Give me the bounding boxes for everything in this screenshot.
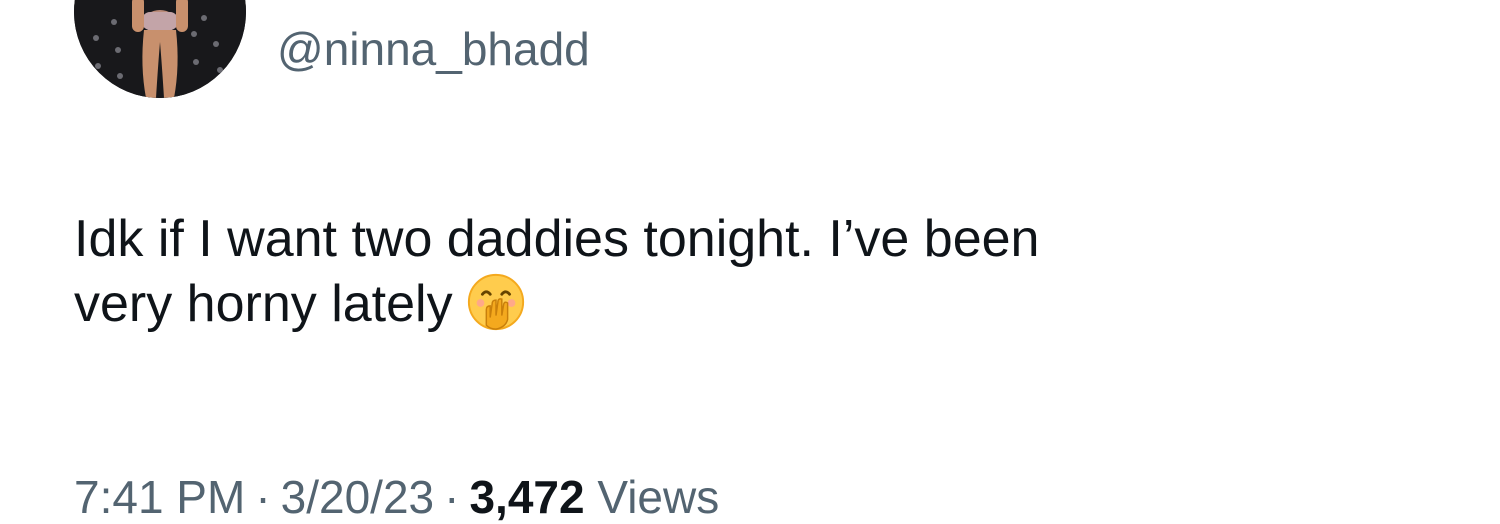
tweet-text: Idk if I want two daddies tonight. I’ve … <box>74 207 1374 336</box>
tweet-time[interactable]: 7:41 PM <box>74 471 245 523</box>
author-handle[interactable]: @ninna_bhadd <box>277 22 590 76</box>
profile-photo-icon <box>74 0 246 98</box>
tweet-date[interactable]: 3/20/23 <box>281 471 434 523</box>
tweet-card: @ninna_bhadd Idk if I want two daddies t… <box>0 0 1500 523</box>
tweet-text-segment: very horny lately <box>74 275 453 333</box>
views-label: Views <box>597 471 720 523</box>
views-count[interactable]: 3,472 <box>469 471 584 523</box>
author-avatar[interactable] <box>74 0 246 98</box>
tweet-text-line: Idk if I want two daddies tonight. I’ve … <box>74 210 1040 268</box>
hand-over-mouth-emoji-icon <box>465 271 527 333</box>
meta-separator: · <box>255 471 271 523</box>
meta-separator: · <box>444 471 460 523</box>
tweet-text-line: very horny lately <box>74 271 1374 336</box>
tweet-meta: 7:41 PM · 3/20/23 · 3,472 Views <box>74 470 719 524</box>
